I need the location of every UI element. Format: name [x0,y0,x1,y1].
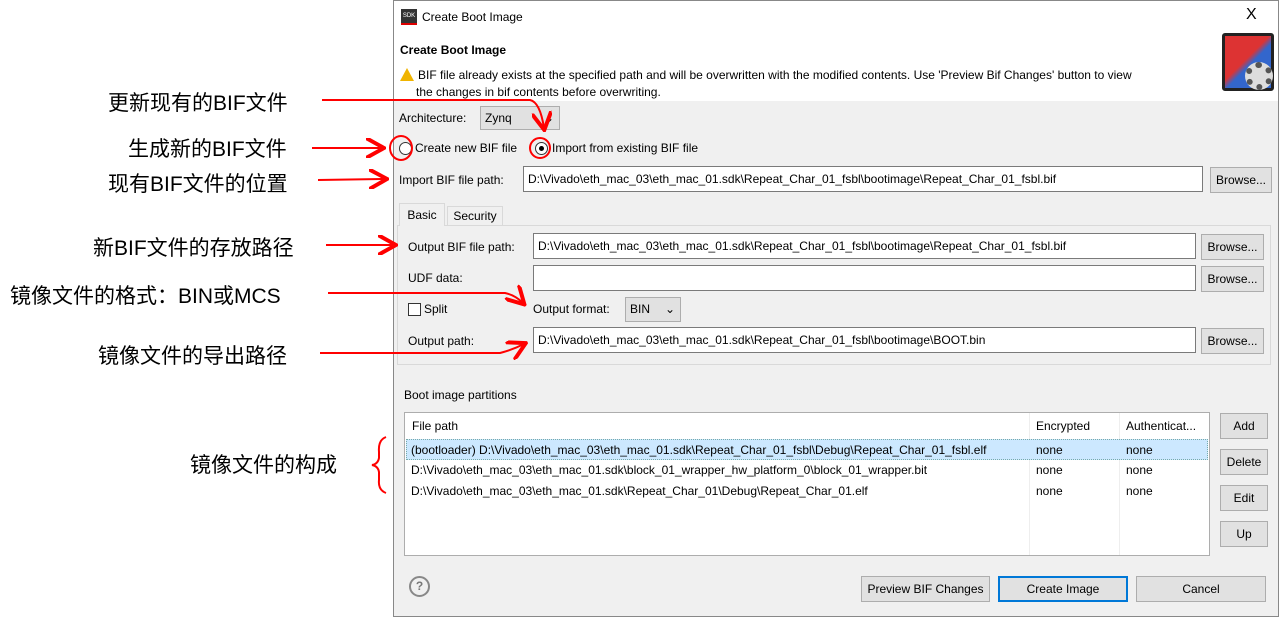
arrow-format [328,293,523,303]
annotation-arrows [312,99,1279,494]
circle-import-radio [529,137,551,159]
arrow-update [322,99,544,128]
arrow-import-path [317,179,385,180]
brace-partitions [371,436,387,494]
arrow-output-path [320,344,524,353]
circle-create-radio [389,135,413,161]
